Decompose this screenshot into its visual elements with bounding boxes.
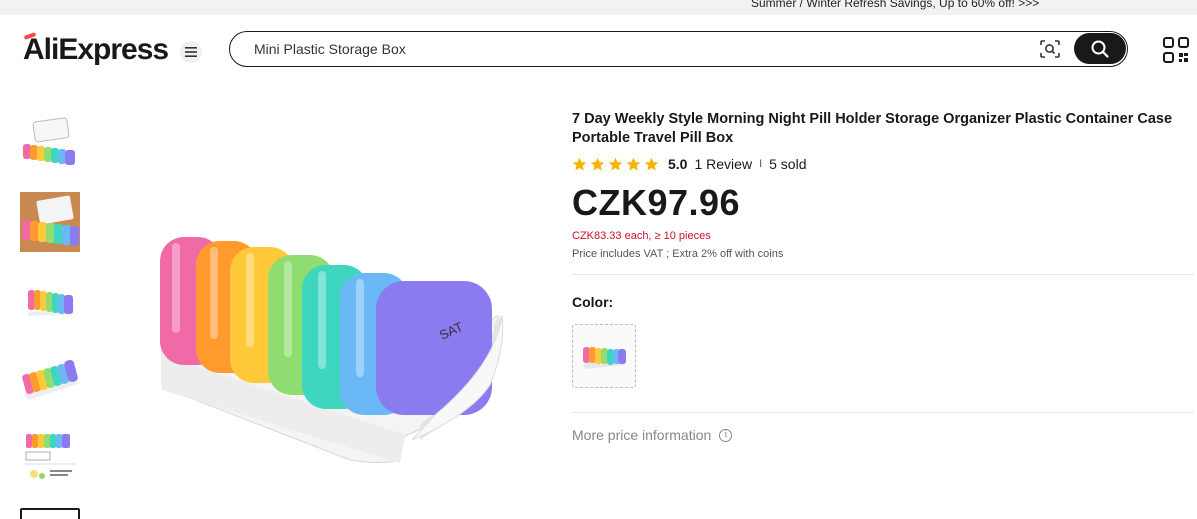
search-button[interactable] [1074, 33, 1126, 64]
promo-banner[interactable]: Summer / Winter Refresh Savings, Up to 6… [0, 0, 1197, 15]
product-title: 7 Day Weekly Style Morning Night Pill Ho… [572, 111, 1173, 146]
divider [572, 274, 1194, 275]
reviews-link[interactable]: 1 Review [694, 156, 752, 172]
site-header: AliExpress [0, 15, 1197, 85]
thumbnail-1[interactable] [20, 110, 80, 170]
rating-score: 5.0 [668, 156, 688, 172]
hamburger-icon[interactable] [180, 41, 202, 63]
more-price-info-link[interactable]: More price information i [572, 427, 733, 443]
thumbnail-4[interactable] [20, 348, 80, 408]
sold-count: 5 sold [769, 156, 807, 172]
color-label: Color: [572, 294, 614, 310]
qr-code-icon[interactable] [1163, 37, 1189, 63]
rating-row: 5.0 1 Review I 5 sold [572, 156, 806, 172]
camera-scan-icon[interactable] [1039, 39, 1061, 59]
product-info: 7 Day Weekly Style Morning Night Pill Ho… [572, 110, 1194, 443]
thumbnail-5[interactable] [20, 426, 80, 486]
thumbnail-3[interactable] [20, 270, 80, 330]
star-icon [626, 157, 641, 170]
search-bar [229, 31, 1128, 67]
info-circle-icon[interactable]: i [719, 428, 733, 442]
more-price-info-label: More price information [572, 427, 712, 443]
star-icon [572, 157, 587, 170]
thumbnail-6[interactable] [20, 508, 80, 519]
vat-note: Price includes VAT ; Extra 2% off with c… [572, 248, 784, 260]
color-swatch[interactable] [572, 324, 636, 388]
divider [572, 412, 1194, 413]
star-icon [590, 157, 605, 170]
star-rating [572, 157, 659, 172]
search-icon [1091, 40, 1109, 58]
star-icon [608, 157, 623, 170]
swatch-image [583, 347, 626, 369]
main-product-image[interactable]: SAT [150, 215, 510, 470]
thumbnail-2[interactable] [20, 192, 80, 252]
star-icon [644, 157, 659, 170]
promo-text[interactable]: Summer / Winter Refresh Savings, Up to 6… [751, 0, 1039, 10]
rating-separator: I [759, 158, 763, 170]
product-price: CZK97.96 [572, 182, 741, 223]
search-input[interactable] [254, 39, 1034, 59]
aliexpress-logo[interactable]: AliExpress [23, 32, 169, 67]
bulk-price: CZK83.33 each, ≥ 10 pieces [572, 230, 711, 242]
